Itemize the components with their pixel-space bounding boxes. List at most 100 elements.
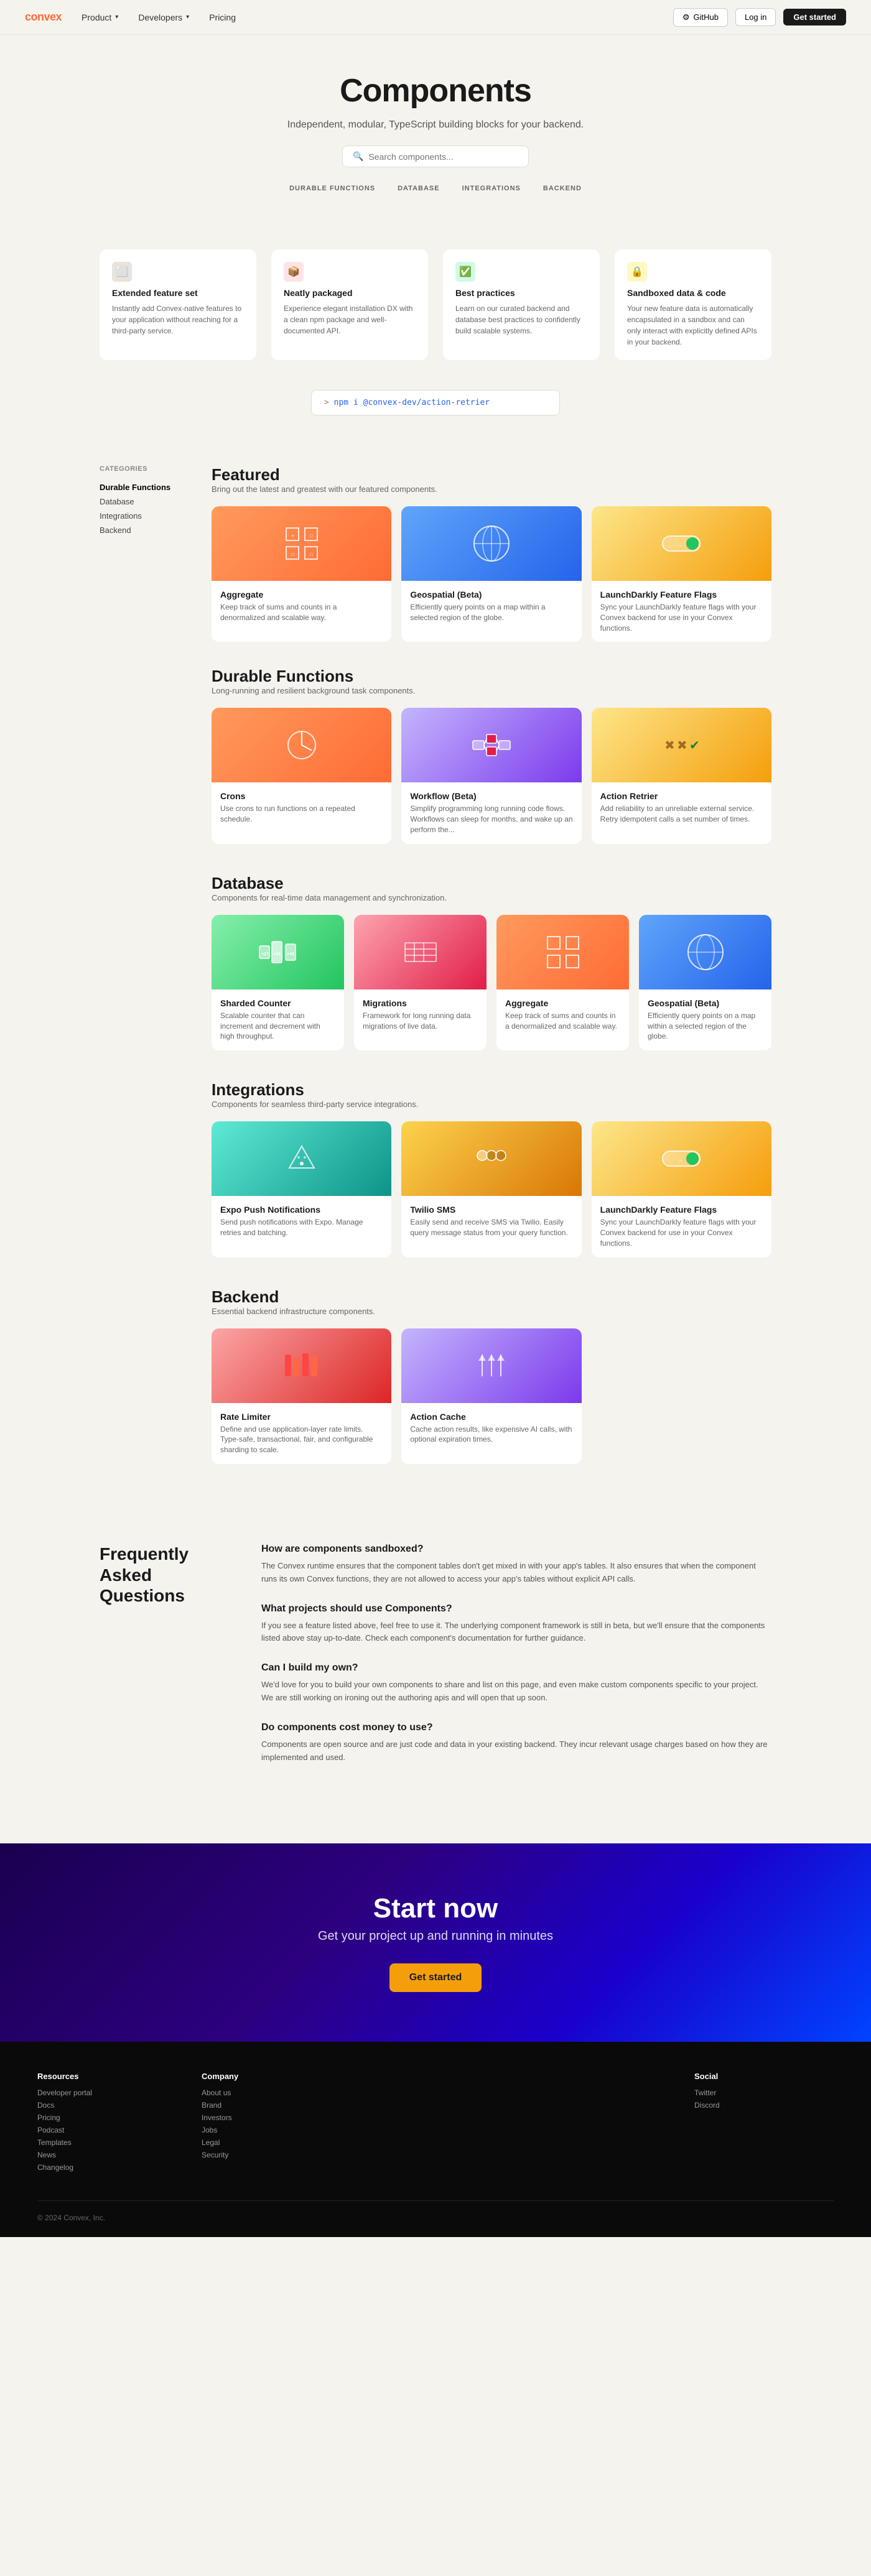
footer-link-news[interactable]: News [37, 2151, 177, 2159]
workflow-image [401, 708, 581, 782]
tag-database[interactable]: DATABASE [391, 182, 445, 195]
svg-text:→: → [677, 542, 683, 549]
tag-backend[interactable]: BACKEND [537, 182, 588, 195]
durable-functions-subtitle: Long-running and resilient background ta… [212, 686, 771, 695]
footer-link-docs[interactable]: Docs [37, 2101, 177, 2110]
nav-pricing[interactable]: Pricing [209, 12, 236, 22]
feature-highlights: ⬜ Extended feature set Instantly add Con… [62, 249, 809, 390]
featured-card-title-0: Aggregate [220, 590, 383, 600]
backend-subtitle: Essential backend infrastructure compone… [212, 1307, 771, 1316]
faq-item-0: How are components sandboxed? The Convex… [261, 1544, 771, 1586]
featured-card-1[interactable]: Geospatial (Beta) Efficiently query poin… [401, 506, 581, 642]
tag-durable[interactable]: DURABLE FUNCTIONS [283, 182, 381, 195]
geospatial-title: Geospatial (Beta) [648, 998, 763, 1008]
npm-text: npm i @convex-dev/action-retrier [334, 398, 490, 407]
fh-title-0: Extended feature set [112, 288, 244, 298]
github-button[interactable]: ⚙ GitHub [673, 8, 728, 27]
login-button[interactable]: Log in [735, 8, 776, 26]
sidebar-item-database[interactable]: Database [100, 494, 187, 509]
faq-a-3: Components are open source and are just … [261, 1738, 771, 1764]
sharded-counter-image: +27+34+43 [212, 915, 344, 989]
crons-card[interactable]: Crons Use crons to run functions on a re… [212, 708, 391, 843]
svg-text:→: → [677, 1157, 683, 1164]
database-heading: Database Components for real-time data m… [212, 874, 771, 902]
nav-product[interactable]: Product ▾ [82, 12, 118, 22]
cta-subtitle: Get your project up and running in minut… [25, 1929, 846, 1944]
twilio-sms-card[interactable]: Twilio SMS Easily send and receive SMS v… [401, 1121, 581, 1257]
footer-link-legal[interactable]: Legal [202, 2138, 341, 2147]
svg-text:✖: ✖ [677, 739, 687, 753]
fh-desc-0: Instantly add Convex-native features to … [112, 303, 244, 336]
footer-col-social: Social Twitter Discord [694, 2072, 834, 2175]
sidebar-item-backend[interactable]: Backend [100, 523, 187, 537]
rate-limiter-card[interactable]: Rate Limiter Define and use application-… [212, 1328, 391, 1464]
footer-col-empty-2 [530, 2072, 669, 2175]
footer-link-about[interactable]: About us [202, 2088, 341, 2097]
faq-q-1: What projects should use Components? [261, 1603, 771, 1615]
expo-push-image [212, 1121, 391, 1196]
aggregate-card[interactable]: Aggregate Keep track of sums and counts … [496, 915, 629, 1050]
sidebar-item-integrations[interactable]: Integrations [100, 509, 187, 523]
featured-card-2[interactable]: → LaunchDarkly Feature Flags Sync your L… [592, 506, 771, 642]
aggregate-desc: Keep track of sums and counts in a denor… [505, 1011, 620, 1032]
featured-card-desc-2: Sync your LaunchDarkly feature flags wit… [600, 602, 763, 633]
hero-subtitle: Independent, modular, TypeScript buildin… [25, 119, 846, 131]
twilio-sms-image [401, 1121, 581, 1196]
integrations-subtitle: Components for seamless third-party serv… [212, 1100, 771, 1109]
geospatial-desc: Efficiently query points on a map within… [648, 1011, 763, 1042]
workflow-card[interactable]: Workflow (Beta) Simplify programming lon… [401, 708, 581, 843]
footer-link-templates[interactable]: Templates [37, 2138, 177, 2147]
launchdarkly-title: LaunchDarkly Feature Flags [600, 1205, 763, 1215]
action-retrier-desc: Add reliability to an unreliable externa… [600, 804, 763, 825]
aggregate-image [496, 915, 629, 989]
sharded-counter-card[interactable]: +27+34+43 Sharded Counter Scalable count… [212, 915, 344, 1050]
faq-title: Frequently Asked Questions [100, 1544, 224, 1606]
footer-link-jobs[interactable]: Jobs [202, 2126, 341, 2134]
featured-subtitle: Bring out the latest and greatest with o… [212, 484, 771, 494]
footer-link-twitter[interactable]: Twitter [694, 2088, 834, 2097]
launchdarkly-card[interactable]: → LaunchDarkly Feature Flags Sync your L… [592, 1121, 771, 1257]
database-title: Database [212, 874, 771, 893]
twilio-sms-desc: Easily send and receive SMS via Twilio. … [410, 1217, 572, 1238]
footer-col-social-title: Social [694, 2072, 834, 2081]
footer-link-investors[interactable]: Investors [202, 2113, 341, 2122]
launchdarkly-desc: Sync your LaunchDarkly feature flags wit… [600, 1217, 763, 1248]
cta-button[interactable]: Get started [389, 1963, 482, 1992]
get-started-button[interactable]: Get started [783, 9, 846, 25]
search-bar[interactable]: 🔍 [342, 146, 529, 167]
footer-link-security[interactable]: Security [202, 2151, 341, 2159]
sidebar-item-durable-functions[interactable]: Durable Functions [100, 480, 187, 494]
durable-functions-title: Durable Functions [212, 667, 771, 686]
footer-link-changelog[interactable]: Changelog [37, 2163, 177, 2172]
faq-item-1: What projects should use Components? If … [261, 1603, 771, 1646]
migrations-desc: Framework for long running data migratio… [363, 1011, 478, 1032]
nav-developers[interactable]: Developers ▾ [138, 12, 189, 22]
database-subtitle: Components for real-time data management… [212, 893, 771, 902]
footer-link-brand[interactable]: Brand [202, 2101, 341, 2110]
action-cache-card[interactable]: Action Cache Cache action results, like … [401, 1328, 581, 1464]
featured-card-body-1: Geospatial (Beta) Efficiently query poin… [401, 581, 581, 632]
expo-push-card[interactable]: Expo Push Notifications Send push notifi… [212, 1121, 391, 1257]
fh-card-0: ⬜ Extended feature set Instantly add Con… [100, 249, 256, 360]
featured-card-0[interactable]: +□□□ Aggregate Keep track of sums and co… [212, 506, 391, 642]
tag-integrations[interactable]: INTEGRATIONS [456, 182, 527, 195]
footer-link-developer-portal[interactable]: Developer portal [37, 2088, 177, 2097]
search-input[interactable] [368, 152, 518, 162]
footer-link-discord[interactable]: Discord [694, 2101, 834, 2110]
logo[interactable]: convex [25, 11, 62, 24]
footer-grid: Resources Developer portal Docs Pricing … [37, 2072, 834, 2175]
fh-desc-1: Experience elegant installation DX with … [284, 303, 416, 336]
action-retrier-card[interactable]: ✖✖✔ Action Retrier Add reliability to an… [592, 708, 771, 843]
fh-card-2: ✅ Best practices Learn on our curated ba… [443, 249, 600, 360]
github-icon: ⚙ [682, 12, 690, 22]
crons-title: Crons [220, 791, 383, 801]
copyright: © 2024 Convex, Inc. [37, 2213, 105, 2222]
svg-text:+27: +27 [261, 952, 269, 957]
practices-icon: ✅ [455, 262, 475, 282]
geospatial-card[interactable]: Geospatial (Beta) Efficiently query poin… [639, 915, 771, 1050]
footer-link-pricing[interactable]: Pricing [37, 2113, 177, 2122]
chevron-down-icon: ▾ [186, 14, 189, 21]
migrations-card[interactable]: Migrations Framework for long running da… [354, 915, 487, 1050]
footer-link-podcast[interactable]: Podcast [37, 2126, 177, 2134]
svg-text:✖: ✖ [664, 739, 675, 753]
